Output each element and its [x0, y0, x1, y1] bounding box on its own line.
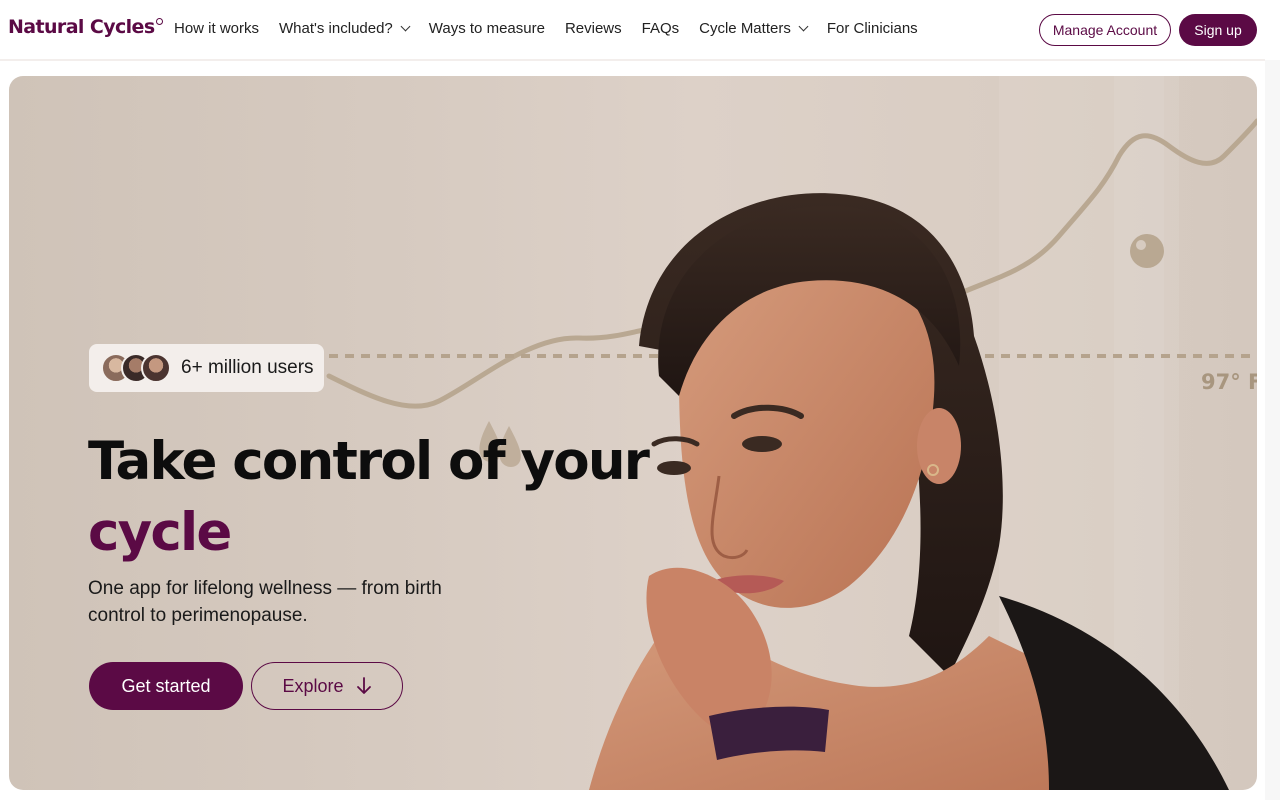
hero-headline: Take control of your cycle	[88, 426, 650, 568]
scrollbar-track[interactable]	[1265, 60, 1280, 800]
nav-faqs[interactable]: FAQs	[642, 20, 680, 37]
sign-up-button[interactable]: Sign up	[1179, 14, 1257, 46]
ear-shape	[917, 408, 961, 484]
hero-section: 97° F 6+ million users Take control of y…	[9, 76, 1257, 790]
temperature-label: 97° F	[1201, 370, 1257, 394]
eye-left	[742, 436, 782, 452]
eyebrow-right	[651, 436, 700, 447]
main-nav: How it works What's included? Ways to me…	[174, 20, 938, 37]
headline-accent: cycle	[88, 502, 232, 563]
headline-line: Take control of your	[88, 431, 650, 492]
nav-label: Cycle Matters	[699, 20, 791, 37]
nav-label: For Clinicians	[826, 20, 918, 37]
avatar-group	[101, 353, 171, 383]
avatar	[141, 353, 171, 383]
manage-account-button[interactable]: Manage Account	[1039, 14, 1171, 46]
nav-label: Reviews	[564, 20, 622, 37]
explore-label: Explore	[282, 675, 344, 696]
nav-ways-to-measure[interactable]: Ways to measure	[429, 20, 545, 37]
chevron-down-icon	[400, 21, 411, 32]
nav-cycle-matters[interactable]: Cycle Matters	[699, 20, 809, 37]
chevron-down-icon	[798, 21, 809, 32]
brand-name: Natural Cycles	[8, 16, 155, 38]
nav-label: What's included?	[279, 20, 393, 37]
get-started-button[interactable]: Get started	[89, 662, 243, 710]
users-count-text: 6+ million users	[181, 357, 314, 378]
users-badge: 6+ million users	[89, 344, 324, 392]
site-header: Natural Cycles How it works What's inclu…	[0, 0, 1280, 60]
nav-reviews[interactable]: Reviews	[565, 20, 622, 37]
nav-label: FAQs	[641, 20, 680, 37]
explore-button[interactable]: Explore	[251, 662, 403, 710]
nav-label: Ways to measure	[428, 20, 545, 37]
nav-for-clinicians[interactable]: For Clinicians	[827, 20, 918, 37]
brand-logo[interactable]: Natural Cycles	[8, 16, 163, 38]
nav-how-it-works[interactable]: How it works	[174, 20, 259, 37]
nav-whats-included[interactable]: What's included?	[279, 20, 411, 37]
nav-label: How it works	[174, 20, 260, 37]
eye-right	[657, 461, 691, 475]
hero-subtext: One app for lifelong wellness — from bir…	[88, 578, 442, 626]
brand-ring-icon	[155, 18, 163, 25]
header-divider	[0, 59, 1265, 61]
arrow-down-icon	[356, 677, 372, 695]
